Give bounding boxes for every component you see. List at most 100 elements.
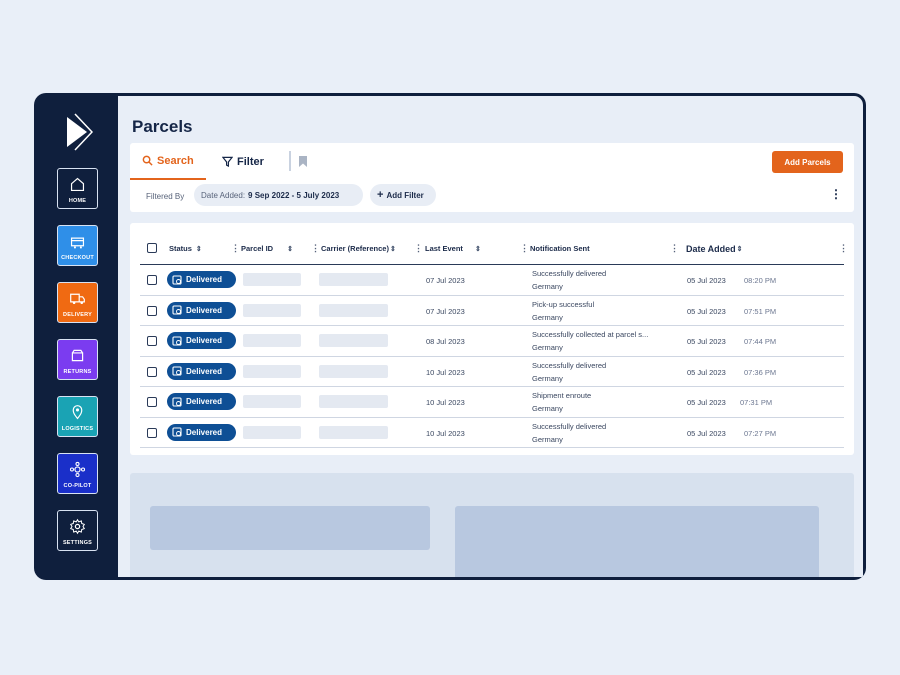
date-added-cell: 05 Jul 2023: [687, 428, 726, 438]
table-row[interactable]: Delivered 10 Jul 2023 Shipment enroute G…: [140, 387, 844, 418]
notification-country: Germany: [532, 343, 563, 352]
sidebar-item-logistics[interactable]: LOGISTICS: [57, 396, 98, 437]
column-header-carrier[interactable]: Carrier (Reference) ⇕: [321, 244, 396, 253]
sidebar-item-delivery[interactable]: DELIVERY: [57, 282, 98, 323]
last-event-cell: 08 Jul 2023: [426, 337, 465, 346]
package-check-icon: [172, 335, 182, 346]
column-menu-icon[interactable]: ⋮: [311, 243, 320, 254]
date-added-cell: 05 Jul 2023: [687, 398, 726, 407]
sidebar-item-checkout[interactable]: CHECKOUT: [57, 225, 98, 266]
table-row[interactable]: Delivered 07 Jul 2023 Pick-up successful…: [140, 296, 844, 326]
sidebar-item-label: HOME: [68, 198, 87, 204]
date-added-cell: 05 Jul 2023: [687, 337, 726, 346]
row-checkbox[interactable]: [147, 305, 157, 316]
date-filter-chip[interactable]: Date Added: 9 Sep 2022 - 5 July 2023: [194, 184, 363, 206]
column-menu-icon[interactable]: ⋮: [839, 243, 848, 254]
returns-icon: [71, 349, 84, 362]
column-menu-icon[interactable]: ⋮: [414, 243, 423, 254]
status-badge: Delivered: [167, 332, 236, 349]
tab-filter[interactable]: Filter: [222, 143, 264, 180]
time-added-cell: 08:20 PM: [744, 276, 777, 285]
parcel-id-placeholder: [243, 364, 301, 378]
notification-text: Pick-up successful: [532, 299, 595, 309]
bookmark-icon[interactable]: [299, 156, 307, 167]
column-menu-icon[interactable]: ⋮: [520, 243, 529, 254]
notification-text: Successfully collected at parcel s...: [532, 330, 649, 339]
notification-country: Germany: [532, 373, 563, 383]
parcel-id-placeholder: [243, 425, 301, 439]
parcel-id-placeholder: [243, 303, 301, 317]
placeholder-block: [150, 506, 430, 550]
add-parcels-button[interactable]: Add Parcels: [772, 151, 843, 173]
row-checkbox[interactable]: [147, 275, 157, 285]
column-header-parcel-id[interactable]: Parcel ID ⇕: [241, 244, 293, 253]
status-badge: Delivered: [167, 393, 236, 410]
sidebar-item-label: CO-PILOT: [63, 483, 92, 489]
bottom-panel: [130, 473, 854, 577]
plus-icon: +: [377, 189, 384, 201]
sidebar-item-label: SETTINGS: [62, 540, 93, 546]
row-checkbox[interactable]: [147, 336, 157, 346]
time-added-cell: 07:31 PM: [740, 398, 773, 407]
table-row[interactable]: Delivered 10 Jul 2023 Successfully deliv…: [140, 418, 844, 448]
row-checkbox[interactable]: [147, 366, 157, 377]
column-menu-icon[interactable]: ⋮: [231, 243, 240, 254]
sidebar-item-label: CHECKOUT: [61, 255, 94, 261]
notification-country: Germany: [532, 282, 563, 291]
tab-search-label: Search: [157, 154, 194, 167]
sidebar-item-returns[interactable]: RETURNS: [57, 339, 98, 380]
sidebar-item-label: RETURNS: [63, 369, 92, 375]
time-added-cell: 07:27 PM: [744, 428, 777, 438]
column-header-date-added[interactable]: Date Added ⇕: [686, 244, 743, 254]
tab-search[interactable]: Search: [130, 143, 206, 180]
parcel-id-placeholder: [243, 334, 301, 347]
copilot-icon: [69, 461, 86, 478]
time-added-cell: 07:51 PM: [744, 306, 777, 316]
carrier-placeholder: [319, 425, 388, 439]
sidebar: HOME CHECKOUT DELIVERY RETURNS LOGISTICS…: [34, 93, 118, 580]
table-row[interactable]: Delivered 10 Jul 2023 Successfully deliv…: [140, 357, 844, 387]
package-check-icon: [172, 274, 182, 285]
app-logo: [67, 113, 93, 151]
sidebar-item-settings[interactable]: SETTINGS: [57, 510, 98, 551]
date-added-cell: 05 Jul 2023: [687, 276, 726, 285]
carrier-placeholder: [319, 364, 388, 378]
parcel-id-placeholder: [243, 273, 301, 286]
delivery-icon: [70, 293, 85, 305]
last-event-cell: 10 Jul 2023: [426, 428, 465, 438]
checkout-icon: [70, 237, 85, 249]
package-check-icon: [172, 427, 182, 437]
column-header-last-event[interactable]: Last Event ⇕: [425, 244, 481, 253]
placeholder-block: [455, 506, 819, 577]
column-menu-icon[interactable]: ⋮: [670, 243, 679, 254]
last-event-cell: 10 Jul 2023: [426, 398, 465, 407]
select-all-checkbox[interactable]: [147, 243, 157, 253]
logistics-icon: [72, 405, 83, 420]
notification-text: Successfully delivered: [532, 269, 607, 278]
toolbar-divider: [289, 151, 291, 171]
table-row[interactable]: Delivered 07 Jul 2023 Successfully deliv…: [140, 265, 844, 296]
sidebar-item-home[interactable]: HOME: [57, 168, 98, 209]
app-window: HOME CHECKOUT DELIVERY RETURNS LOGISTICS…: [34, 93, 866, 580]
column-header-status[interactable]: Status ⇕: [169, 244, 202, 253]
more-options-icon[interactable]: ⋮: [830, 188, 842, 200]
date-added-cell: 05 Jul 2023: [687, 367, 726, 377]
gear-icon: [69, 518, 86, 535]
notification-text: Successfully delivered: [532, 421, 607, 431]
carrier-placeholder: [319, 273, 388, 286]
table-row[interactable]: Delivered 08 Jul 2023 Successfully colle…: [140, 326, 844, 357]
package-check-icon: [172, 396, 182, 407]
date-added-cell: 05 Jul 2023: [687, 306, 726, 316]
row-checkbox[interactable]: [147, 397, 157, 407]
package-check-icon: [172, 305, 182, 315]
notification-country: Germany: [532, 434, 563, 444]
sidebar-item-copilot[interactable]: CO-PILOT: [57, 453, 98, 494]
page-title: Parcels: [132, 117, 193, 136]
row-checkbox[interactable]: [147, 427, 157, 438]
last-event-cell: 10 Jul 2023: [426, 367, 465, 377]
add-filter-button[interactable]: + Add Filter: [370, 184, 436, 206]
column-header-notification[interactable]: Notification Sent: [530, 244, 590, 253]
status-badge: Delivered: [167, 271, 236, 288]
add-filter-label: Add Filter: [386, 190, 424, 200]
parcel-id-placeholder: [243, 395, 301, 408]
